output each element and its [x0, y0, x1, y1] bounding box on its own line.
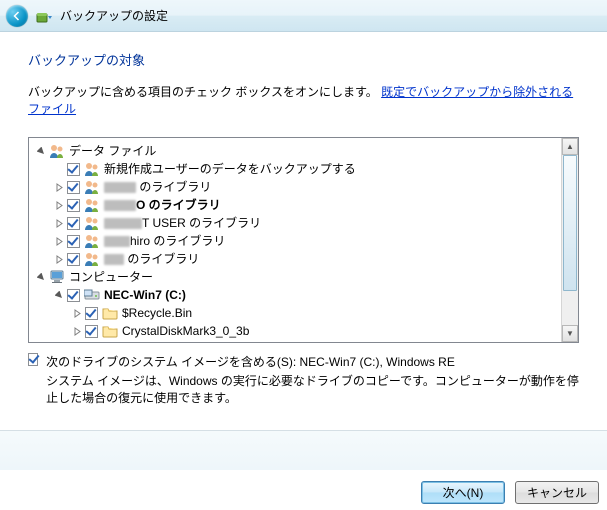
- system-image-description: システム イメージは、Windows の実行に必要なドライブのコピーです。コンピ…: [46, 372, 579, 406]
- node-label: $Recycle.Bin: [120, 304, 192, 322]
- expand-icon[interactable]: [53, 181, 65, 193]
- checkbox[interactable]: [85, 325, 98, 338]
- tree-node-data-files[interactable]: データ ファイル: [35, 142, 561, 160]
- collapse-icon[interactable]: [35, 271, 47, 283]
- vertical-scrollbar[interactable]: ▲ ▼: [561, 138, 578, 342]
- drive-icon: [84, 287, 100, 303]
- tree-node-folder[interactable]: $Recycle.Bin: [35, 304, 561, 322]
- expand-icon[interactable]: [53, 235, 65, 247]
- expand-icon[interactable]: [53, 199, 65, 211]
- people-icon: [84, 251, 100, 267]
- arrow-left-icon: [11, 10, 23, 22]
- desc-text: バックアップに含める項目のチェック ボックスをオンにします。: [28, 85, 378, 99]
- scroll-down-button[interactable]: ▼: [562, 325, 578, 342]
- tree-node-new-user[interactable]: 新規作成ユーザーのデータをバックアップする: [35, 160, 561, 178]
- tree-node-folder[interactable]: CrystalDiskMark3_0_3b: [35, 322, 561, 340]
- node-label: コンピューター: [67, 268, 153, 286]
- include-system-image-checkbox[interactable]: [28, 353, 38, 366]
- people-icon: [84, 215, 100, 231]
- checkbox[interactable]: [67, 217, 80, 230]
- expand-icon[interactable]: [53, 217, 65, 229]
- tree-node-library[interactable]: hiro のライブラリ: [35, 232, 561, 250]
- next-button[interactable]: 次へ(N): [421, 481, 505, 504]
- people-icon: [49, 143, 65, 159]
- tree-node-library[interactable]: T USER のライブラリ: [35, 214, 561, 232]
- scroll-thumb[interactable]: [563, 155, 577, 291]
- page-description: バックアップに含める項目のチェック ボックスをオンにします。 既定でバックアップ…: [28, 83, 579, 117]
- expand-icon[interactable]: [71, 307, 83, 319]
- node-label: CrystalDiskMark3_0_3b: [120, 322, 249, 340]
- node-label: のライブラリ: [102, 250, 199, 268]
- window-title: バックアップの設定: [60, 7, 168, 24]
- people-icon: [84, 197, 100, 213]
- back-button[interactable]: [6, 5, 28, 27]
- people-icon: [84, 179, 100, 195]
- node-label: データ ファイル: [67, 142, 156, 160]
- checkbox[interactable]: [85, 307, 98, 320]
- scroll-up-button[interactable]: ▲: [562, 138, 578, 155]
- checkbox[interactable]: [67, 181, 80, 194]
- tree-node-computer[interactable]: コンピューター: [35, 268, 561, 286]
- expand-icon[interactable]: [71, 325, 83, 337]
- cancel-button[interactable]: キャンセル: [515, 481, 599, 504]
- checkbox[interactable]: [67, 253, 80, 266]
- expand-icon[interactable]: [53, 253, 65, 265]
- folder-icon: [102, 305, 118, 321]
- collapse-icon[interactable]: [53, 289, 65, 301]
- node-label: T USER のライブラリ: [102, 214, 261, 232]
- checkbox[interactable]: [67, 235, 80, 248]
- tree-node-library[interactable]: O のライブラリ: [35, 196, 561, 214]
- node-label: 新規作成ユーザーのデータをバックアップする: [102, 160, 356, 178]
- backup-wizard-icon: [36, 8, 52, 24]
- computer-icon: [49, 269, 65, 285]
- checkbox[interactable]: [67, 289, 80, 302]
- system-image-option: 次のドライブのシステム イメージを含める(S): NEC-Win7 (C:), …: [28, 353, 579, 406]
- folder-icon: [102, 323, 118, 339]
- node-label: のライブラリ: [102, 178, 211, 196]
- tree-node-drive-c[interactable]: NEC-Win7 (C:): [35, 286, 561, 304]
- collapse-icon[interactable]: [35, 145, 47, 157]
- tree-node-library[interactable]: のライブラリ: [35, 178, 561, 196]
- people-icon: [84, 233, 100, 249]
- checkbox[interactable]: [67, 199, 80, 212]
- footer-bar: [0, 430, 607, 470]
- checkbox[interactable]: [67, 163, 80, 176]
- node-label: NEC-Win7 (C:): [102, 286, 186, 304]
- people-icon: [84, 161, 100, 177]
- node-label: O のライブラリ: [102, 196, 221, 214]
- scroll-track[interactable]: [562, 155, 578, 325]
- backup-items-tree: データ ファイル 新規作成ユーザーのデータをバックアップする のライブラリ: [28, 137, 579, 343]
- content-area: バックアップの対象 バックアップに含める項目のチェック ボックスをオンにします。…: [0, 32, 607, 406]
- node-label: hiro のライブラリ: [102, 232, 225, 250]
- page-heading: バックアップの対象: [28, 50, 579, 69]
- title-bar: バックアップの設定: [0, 0, 607, 32]
- tree-node-library[interactable]: のライブラリ: [35, 250, 561, 268]
- system-image-label: 次のドライブのシステム イメージを含める(S): NEC-Win7 (C:), …: [46, 353, 579, 370]
